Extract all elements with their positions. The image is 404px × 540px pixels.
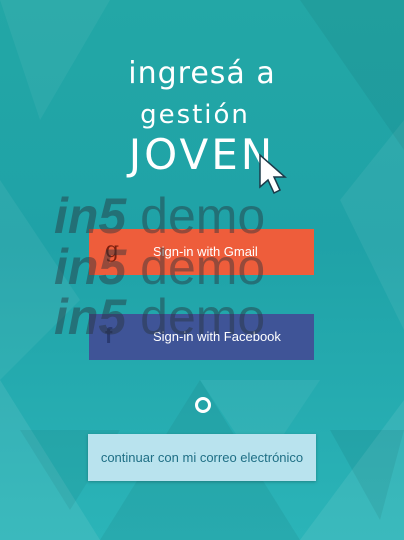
google-g-icon: g (105, 238, 120, 263)
sign-in-facebook-button[interactable]: f Sign-in with Facebook (89, 314, 314, 360)
heading-line-3: JOVEN (128, 130, 276, 179)
heading-line-1: ingresá a (128, 56, 276, 91)
continue-with-email-label: continuar con mi correo electrónico (100, 450, 304, 465)
facebook-icon: f (105, 323, 113, 348)
heading-line-2: gestión (140, 100, 250, 130)
cursor-arrow-icon (259, 153, 287, 195)
continue-with-email-button[interactable]: continuar con mi correo electrónico (88, 434, 316, 481)
loading-spinner-icon (195, 397, 211, 413)
sign-in-facebook-label: Sign-in with Facebook (153, 329, 281, 344)
sign-in-gmail-label: Sign-in with Gmail (153, 244, 258, 259)
sign-in-gmail-button[interactable]: g Sign-in with Gmail (89, 229, 314, 275)
